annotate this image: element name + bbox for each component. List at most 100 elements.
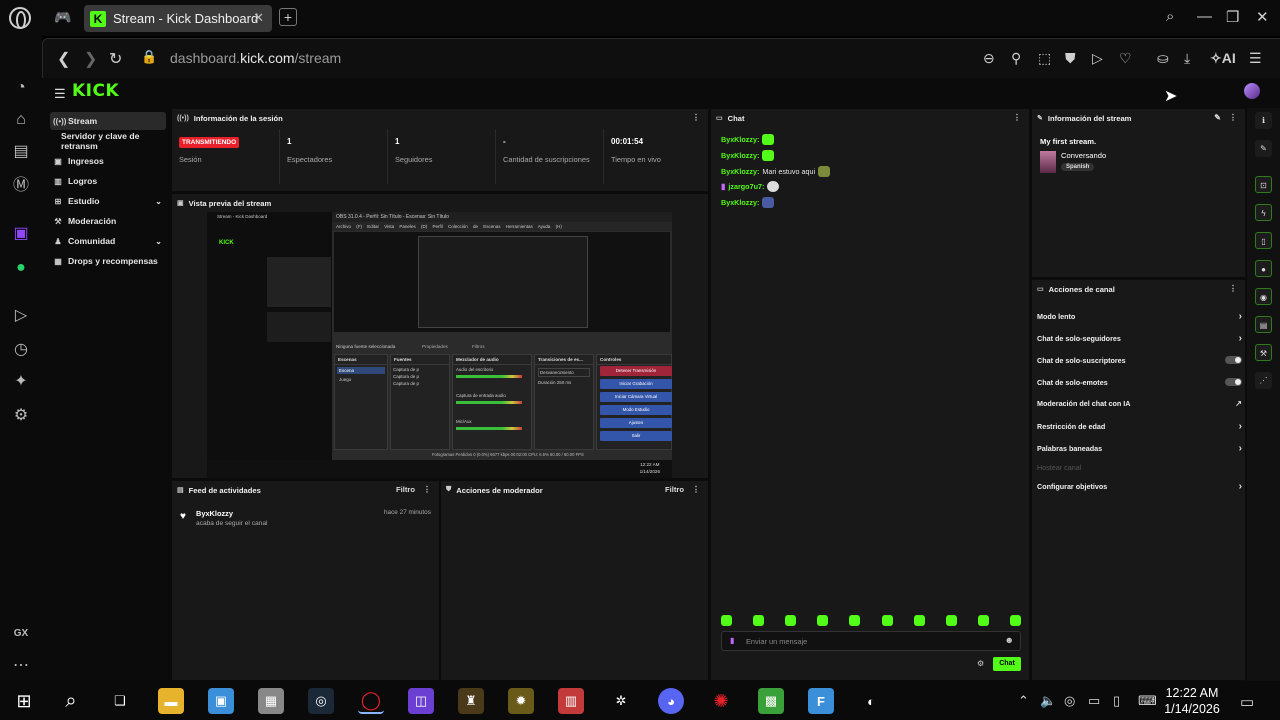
m-app-icon[interactable]: Ⓜ <box>11 176 31 196</box>
file-explorer-icon[interactable]: ▬ <box>158 688 184 714</box>
kebab-menu-icon[interactable]: ⋮ <box>692 113 700 122</box>
battery-icon[interactable]: ▯ <box>1113 693 1120 709</box>
game-icon[interactable]: ♜ <box>458 688 484 714</box>
emote-icon[interactable] <box>817 615 829 626</box>
opera-gx-logo-icon[interactable] <box>9 7 31 29</box>
zoom-out-icon[interactable]: ⊖ <box>983 50 995 67</box>
chat-username[interactable]: ByxKlozzy: <box>721 151 759 160</box>
sidebar-item-stream[interactable]: ((•)) Stream <box>50 112 166 130</box>
chat-message[interactable]: ByxKlozzy: <box>721 150 775 161</box>
more-icon[interactable]: ⋯ <box>11 656 31 676</box>
emote-icon[interactable] <box>721 615 732 626</box>
extensions-icon[interactable]: ✦ <box>11 372 31 392</box>
sidebar-item-comunidad[interactable]: ♟ Comunidad ⌄ <box>50 232 166 250</box>
game-icon[interactable]: ✹ <box>508 688 534 714</box>
settings-icon[interactable]: ✲ <box>608 688 634 714</box>
gx-label[interactable]: GX <box>11 624 31 644</box>
edit-icon[interactable]: ✎ <box>1214 113 1221 122</box>
gamepad-icon[interactable]: 🎮 <box>54 9 71 26</box>
steam-tray-icon[interactable]: ◎ <box>1064 693 1075 709</box>
close-window-icon[interactable]: ✕ <box>1256 8 1269 26</box>
shield-icon[interactable]: ⛊ <box>1065 50 1076 67</box>
tray-chevron-icon[interactable]: ⌃ <box>1018 693 1029 709</box>
download-icon[interactable]: ⤓ <box>1184 50 1190 67</box>
sidebar-item-logros[interactable]: ▥ Logros <box>50 172 166 190</box>
opera-gx-icon[interactable]: ◯ <box>358 688 384 714</box>
pin-icon[interactable]: ⚲ <box>1011 50 1021 67</box>
news-icon[interactable]: ▤ <box>11 142 31 162</box>
game-icon[interactable]: ◫ <box>408 688 434 714</box>
search-icon[interactable]: ⌕ <box>58 688 84 714</box>
chat-username[interactable]: ByxKlozzy: <box>721 135 759 144</box>
volume-icon[interactable]: 🔈 <box>1040 693 1056 709</box>
reload-icon[interactable]: ↻ <box>109 49 122 69</box>
back-icon[interactable]: ❮ <box>57 49 70 69</box>
new-tab-button[interactable]: + <box>279 8 297 26</box>
action-subscribers-only[interactable]: Chat de solo-suscriptores <box>1037 353 1242 367</box>
lightning-icon[interactable]: ϟ <box>1255 204 1272 221</box>
emote-icon[interactable] <box>1009 615 1021 626</box>
emote-icon[interactable] <box>977 615 989 626</box>
kebab-menu-icon[interactable]: ⋮ <box>1013 113 1021 122</box>
search-icon[interactable]: ⌕ <box>1166 8 1174 25</box>
kick-logo[interactable]: KICK <box>72 81 119 101</box>
share-icon[interactable]: ⋰ <box>1255 372 1272 389</box>
kebab-menu-icon[interactable]: ⋮ <box>692 485 700 494</box>
chat-username[interactable]: jzargo7u7: <box>728 182 764 191</box>
emote-icon[interactable] <box>881 615 893 626</box>
avatar[interactable] <box>1244 83 1260 99</box>
emote-icon[interactable] <box>945 615 957 626</box>
list-icon[interactable]: ▤ <box>1255 316 1272 333</box>
action-banned-words[interactable]: Palabras baneadas › <box>1037 441 1242 455</box>
wallet-icon[interactable]: ⛀ <box>1157 50 1169 67</box>
store-icon[interactable]: ⌂ <box>11 110 31 130</box>
menu-icon[interactable]: ☰ <box>54 86 66 102</box>
lock-icon[interactable]: 🔒 <box>141 49 157 65</box>
tab-close-icon[interactable]: ✕ <box>253 10 264 26</box>
chat-message[interactable]: ByxKlozzy: <box>721 134 775 145</box>
minecraft-icon[interactable]: ▩ <box>758 688 784 714</box>
subscribers-only-toggle[interactable] <box>1225 356 1242 364</box>
kebab-menu-icon[interactable]: ⋮ <box>1229 113 1237 122</box>
url-field[interactable]: dashboard.kick.com/stream <box>170 50 341 66</box>
network-icon[interactable]: ▭ <box>1088 693 1100 709</box>
document-icon[interactable]: ▯ <box>1255 232 1272 249</box>
sidebar-item-moderacion[interactable]: ⚒ Moderación <box>50 212 166 230</box>
steam-icon[interactable]: ◎ <box>308 688 334 714</box>
discord-icon[interactable]: ◕ <box>658 688 684 714</box>
emoji-icon[interactable]: ☻ <box>1005 635 1014 645</box>
taskbar-clock[interactable]: 12:22 AM 1/14/2026 <box>1160 685 1224 717</box>
send-icon[interactable]: ▷ <box>1092 50 1103 67</box>
shortcut-icon[interactable]: ⊡ <box>1255 176 1272 193</box>
kebab-menu-icon[interactable]: ⋮ <box>1229 284 1237 293</box>
action-age-restriction[interactable]: Restricción de edad › <box>1037 419 1242 433</box>
emote-icon[interactable] <box>849 615 861 626</box>
emote-icon[interactable] <box>753 615 765 626</box>
twitch-icon[interactable]: ▣ <box>11 224 31 244</box>
player-icon[interactable]: ▷ <box>11 306 31 326</box>
emote-icon[interactable] <box>913 615 925 626</box>
chat-message[interactable]: ByxKlozzy: <box>721 197 775 208</box>
notifications-icon[interactable]: ▭ <box>1240 693 1254 711</box>
action-ai-moderation[interactable]: Moderación del chat con IA ↗ <box>1037 396 1242 410</box>
game-icon[interactable]: ▥ <box>558 688 584 714</box>
action-followers-only[interactable]: Chat de solo-seguidores › <box>1037 331 1242 345</box>
info-icon[interactable]: ℹ <box>1255 112 1272 129</box>
history-icon[interactable]: ◷ <box>11 340 31 360</box>
maximize-icon[interactable]: ❐ <box>1226 8 1239 26</box>
filter-button[interactable]: Filtro <box>665 485 684 494</box>
obs-icon[interactable]: ◐ <box>858 688 884 714</box>
emotes-only-toggle[interactable] <box>1225 378 1242 386</box>
keyboard-icon[interactable]: ⌨ <box>1138 693 1157 709</box>
easy-setup-icon[interactable]: ☰ <box>1249 50 1262 67</box>
chat-message[interactable]: ByxKlozzy: Mari estuvo aqui <box>721 166 831 177</box>
filter-button[interactable]: Filtro <box>396 485 415 494</box>
broadcast-icon[interactable]: ◉ <box>1255 288 1272 305</box>
heart-icon[interactable]: ♡ <box>1119 50 1132 67</box>
aria-ai-button[interactable]: ✧AI <box>1210 50 1236 67</box>
chat-username[interactable]: ByxKlozzy: <box>721 167 759 176</box>
stream-preview-video[interactable]: Stream - Kick Dashboard KICK OBS 31.0.4 … <box>207 212 672 478</box>
settings-icon[interactable]: ⚙ <box>11 406 31 426</box>
chat-input[interactable]: ▮ Enviar un mensaje ☻ <box>721 631 1021 651</box>
sidebar-item-estudio[interactable]: ⊞ Estudio ⌄ <box>50 192 166 210</box>
